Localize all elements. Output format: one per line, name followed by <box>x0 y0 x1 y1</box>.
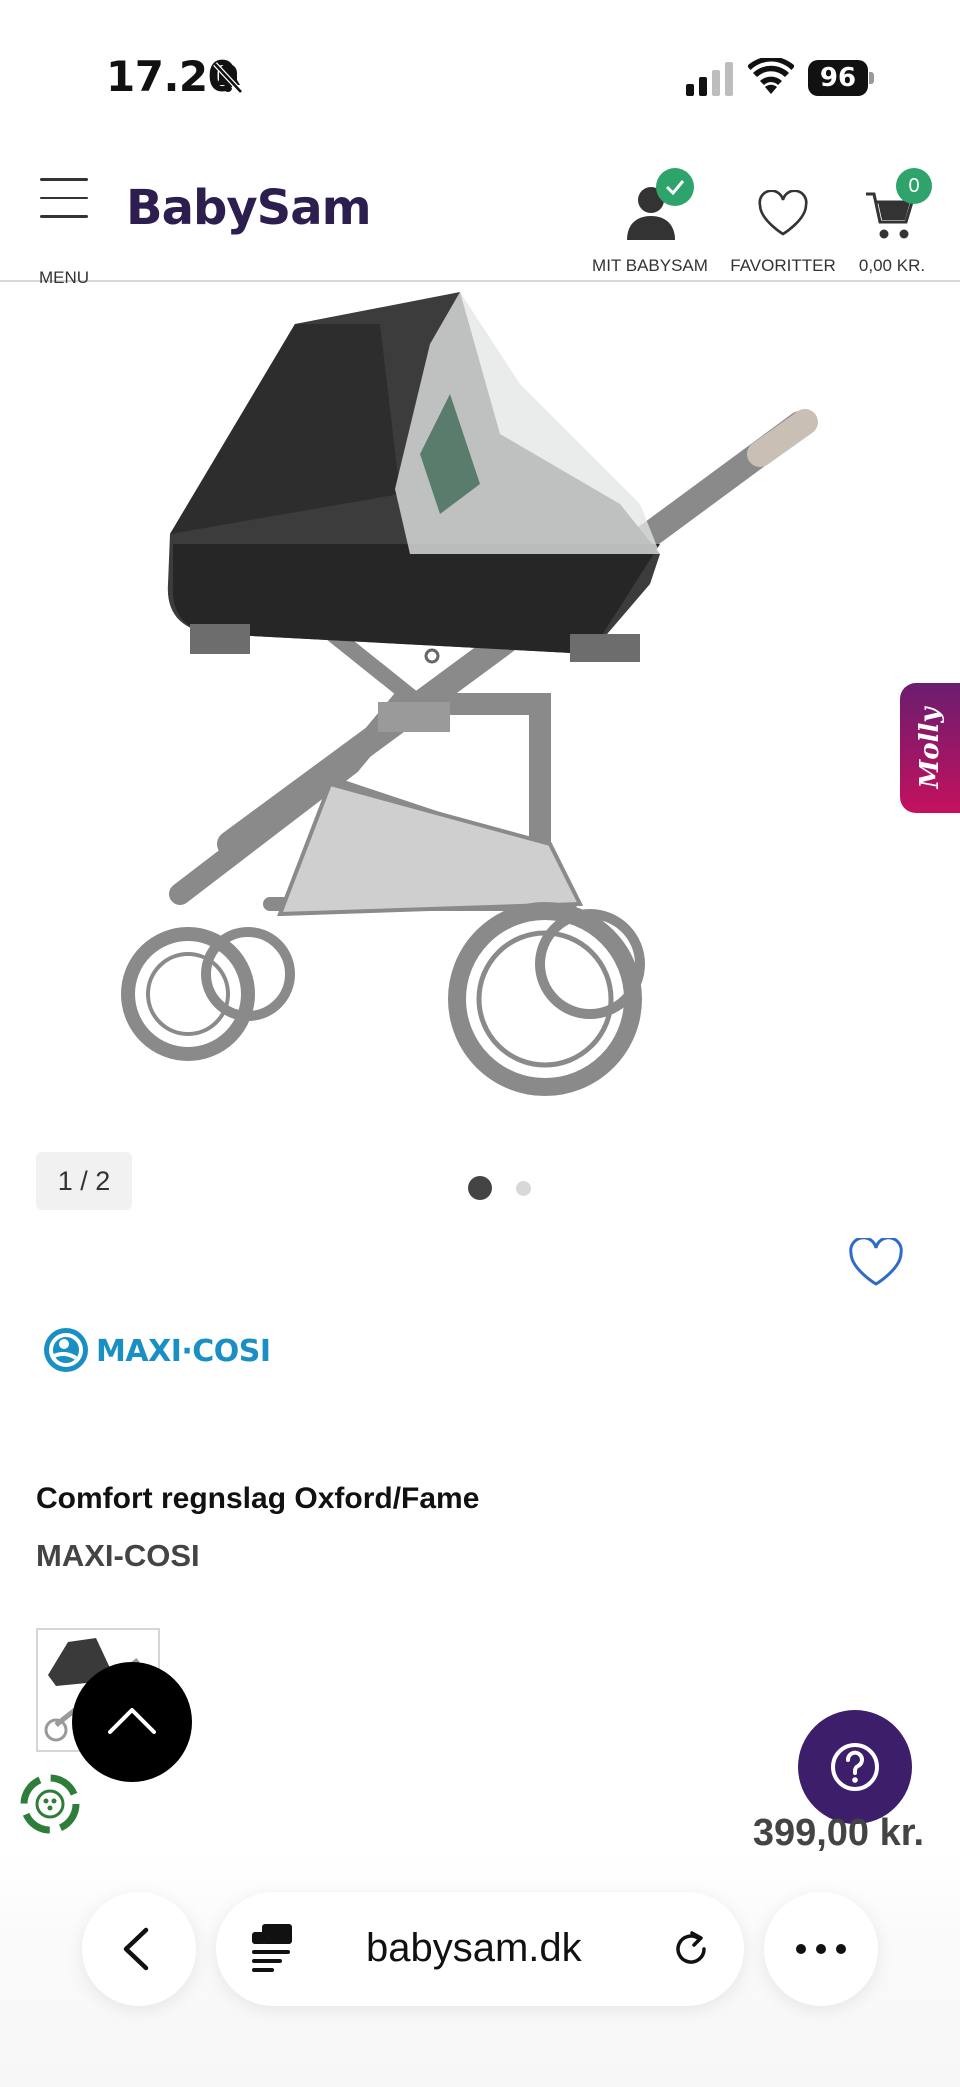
heart-icon <box>758 190 808 236</box>
product-gallery[interactable] <box>0 284 960 1104</box>
molly-chat-tab[interactable]: Molly <box>900 683 960 813</box>
cart-count-badge: 0 <box>896 168 932 204</box>
recycle-icon[interactable] <box>16 1770 84 1838</box>
battery-level: 96 <box>808 60 868 96</box>
heart-outline-icon[interactable] <box>848 1238 904 1288</box>
bell-slash-icon <box>213 62 243 94</box>
product-brand[interactable]: MAXI-COSI <box>36 1538 200 1574</box>
browser-back-button[interactable] <box>82 1892 196 2006</box>
scroll-to-top-button[interactable] <box>72 1662 192 1782</box>
browser-address-bar[interactable]: babysam.dk <box>216 1892 744 2006</box>
brand-logo-text: MAXI·COSI <box>96 1334 271 1369</box>
account-label: MIT BABYSAM <box>592 256 708 275</box>
status-bar: 17.20 96 <box>0 0 960 150</box>
browser-url[interactable]: babysam.dk <box>366 1926 582 1971</box>
reload-icon[interactable] <box>668 1926 714 1972</box>
site-logo[interactable]: BabySam <box>126 180 372 236</box>
cart-button[interactable]: 0 0,00 KR. <box>852 168 932 275</box>
reader-icon[interactable] <box>252 1922 302 1976</box>
question-mark-icon <box>831 1743 879 1791</box>
chevron-up-icon <box>108 1708 156 1734</box>
favorites-button[interactable]: FAVORITTER <box>726 168 840 275</box>
help-button[interactable] <box>798 1710 912 1824</box>
site-header: MENU BabySam MIT BABYSAM FAVORITTER 0 0,… <box>0 150 960 287</box>
gallery-counter: 1 / 2 <box>36 1152 132 1210</box>
chevron-left-icon <box>123 1927 149 1971</box>
hamburger-icon <box>40 178 88 222</box>
ellipsis-icon <box>796 1944 846 1954</box>
brand-logo[interactable]: MAXI·COSI <box>40 1322 280 1378</box>
favorites-label: FAVORITTER <box>730 256 836 275</box>
battery-icon: 96 <box>808 60 874 96</box>
cart-total-label: 0,00 KR. <box>858 256 926 275</box>
maxi-cosi-logo-icon <box>44 1328 88 1372</box>
wifi-icon <box>748 58 794 94</box>
product-price: 399,00 kr. <box>752 1812 924 1854</box>
gallery-dot-2[interactable] <box>516 1181 531 1196</box>
browser-more-button[interactable] <box>764 1892 878 2006</box>
product-title: Comfort regnslag Oxford/Fame <box>36 1482 480 1515</box>
checkmark-icon <box>656 168 694 206</box>
signal-icon <box>686 62 733 96</box>
molly-label: Molly <box>915 707 945 789</box>
menu-button[interactable]: MENU <box>34 178 94 287</box>
product-image[interactable] <box>120 284 840 1104</box>
account-button[interactable]: MIT BABYSAM <box>588 168 712 275</box>
gallery-dot-1[interactable] <box>468 1176 492 1200</box>
